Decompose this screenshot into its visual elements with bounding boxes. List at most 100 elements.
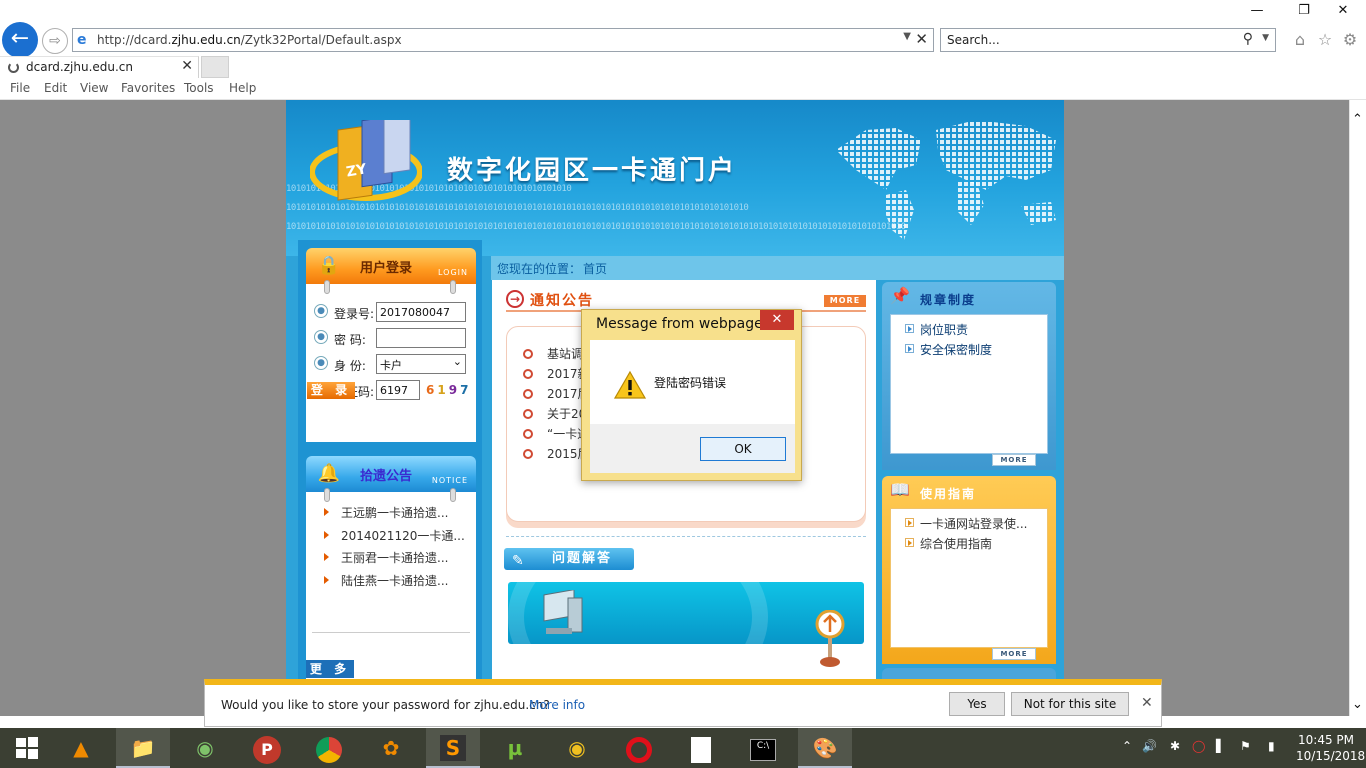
account-input[interactable] [376,302,466,322]
lost-found-more-button[interactable]: 更 多 [306,660,354,678]
taskbar-clock[interactable]: 10:45 PM 10/15/2018 [1296,732,1365,764]
battery-icon[interactable]: ▮ [1268,739,1275,753]
android-studio-taskbar-icon[interactable]: ◉ [178,728,232,768]
dialog-message: 登陆密码错误 [654,376,727,390]
favorites-star-icon[interactable]: ☆ [1315,30,1335,50]
search-dropdown-icon[interactable]: ▼ [1262,33,1269,43]
bullet-icon [523,349,533,359]
list-item[interactable]: 陆佳燕一卡通拾遗... [324,572,474,595]
search-box[interactable]: ⚲ ▼ [940,28,1276,52]
portal-title: 数字化园区一卡通门户 [447,156,738,186]
list-item[interactable]: 一卡通网站登录使... [905,515,1027,535]
rules-more-button[interactable]: MORE [992,454,1036,466]
dialog-close-button[interactable]: ✕ [760,310,794,330]
captcha-image[interactable]: 6197 [426,383,471,397]
vlc-taskbar-icon[interactable]: ▲ [54,728,108,768]
identity-select[interactable]: 卡户 ⌄ [376,354,466,374]
list-item[interactable]: 综合使用指南 [905,535,1027,555]
list-item[interactable]: 王丽君一卡通拾遗... [324,549,474,572]
portal-banner: 1010101010101010101010101010101010101010… [286,100,1064,256]
tab-dcard[interactable]: dcard.zjhu.edu.cn ✕ [0,56,199,78]
panel-hook [450,280,456,294]
forward-button[interactable]: ⇨ [42,28,68,54]
acrobat-tray-icon[interactable]: ◯ [1192,739,1205,753]
address-bar[interactable]: e http://dcard.zjhu.edu.cn/Zytk32Portal/… [72,28,934,52]
identity-label: 身 份: [334,359,366,373]
menu-tools[interactable]: Tools [184,81,214,95]
menu-file[interactable]: File [10,81,30,95]
not-for-this-site-button[interactable]: Not for this site [1011,692,1129,716]
tray-overflow-icon[interactable]: ⌃ [1122,739,1132,753]
password-input[interactable] [376,328,466,348]
faq-header: ✎ 问题解答 [504,548,634,570]
tab-close-icon[interactable]: ✕ [181,58,193,74]
user-icon: ● [314,330,328,344]
vertical-scrollbar[interactable]: ⌃ ⌄ [1349,100,1366,716]
bluetooth-icon[interactable]: ✱ [1170,739,1180,753]
bullet-arrow-icon [324,575,329,584]
computer-icon [543,590,583,634]
start-button[interactable] [0,728,54,768]
list-item[interactable]: 王远鹏一卡通拾遗... [324,504,474,527]
address-url[interactable]: http://dcard.zjhu.edu.cn/Zytk32Portal/De… [97,33,402,47]
menu-help[interactable]: Help [229,81,256,95]
document-taskbar-icon[interactable] [674,728,728,768]
list-item[interactable]: 2014021120一卡通... [324,527,474,550]
identity-row: ● 身 份: 卡户 ⌄ [314,354,474,376]
window-titlebar: — ❐ ✕ [0,0,1366,22]
url-domain: zjhu.edu.cn [171,33,241,47]
announcements-more-button[interactable]: MORE [824,295,866,307]
bullet-arrow-icon [905,538,914,547]
ok-button[interactable]: OK [700,437,786,461]
flag-icon[interactable]: ⚑ [1240,739,1251,753]
utorrent-taskbar-icon[interactable]: µ [488,728,542,768]
bullet-arrow-icon [324,530,329,539]
login-panel-title: 用户登录 [360,261,413,276]
search-input[interactable] [947,32,1227,48]
gear-icon[interactable]: ⚙ [1340,30,1360,50]
network-signal-icon[interactable]: ▌ [1216,739,1225,753]
lost-found-panel-header: 🔔 拾遗公告 NOTICE [306,456,476,492]
windows-taskbar: ▲ 📁 ◉ P ✿ S µ ◉ C:\ 🎨 ⌃ 🔊 ✱ ◯ ▌ ⚑ ▮ 10:4… [0,728,1366,768]
captcha-input[interactable] [376,380,420,400]
list-item[interactable]: 安全保密制度 [905,341,992,361]
new-tab-button[interactable] [201,56,229,78]
menu-view[interactable]: View [80,81,108,95]
login-form: ● 登录号: ● 密 码: ● 身 份: 卡户⌄ 验证码: [306,280,476,442]
search-icon[interactable]: ⚲ [1243,31,1253,47]
close-window-button[interactable]: ✕ [1320,0,1366,22]
message-dialog: Message from webpage ✕ 登陆密码错误 OK [581,309,802,481]
minimize-button[interactable]: — [1234,0,1280,22]
fl-studio-taskbar-icon[interactable]: ✿ [364,728,418,768]
opera-taskbar-icon[interactable] [612,728,666,768]
sublime-text-taskbar-icon[interactable]: S [426,728,480,768]
address-dropdown-icon[interactable]: ▼ [903,31,911,42]
location-home-link[interactable]: 首页 [583,260,607,277]
tab-row: dcard.zjhu.edu.cn ✕ [0,56,1366,78]
notification-close-icon[interactable]: ✕ [1141,695,1153,711]
more-info-link[interactable]: More info [529,698,585,712]
login-button[interactable]: 登 录 [307,382,355,399]
psiphon-taskbar-icon[interactable]: P [240,728,294,768]
home-icon[interactable]: ⌂ [1290,30,1310,50]
volume-icon[interactable]: 🔊 [1142,739,1157,753]
scroll-up-icon[interactable]: ⌃ [1352,112,1363,127]
list-item[interactable]: 岗位职责 [905,321,992,341]
file-explorer-taskbar-icon[interactable]: 📁 [116,728,170,768]
list-item-text: 王丽君一卡通拾遗... [341,551,449,565]
media-app-taskbar-icon[interactable]: ◉ [550,728,604,768]
back-button[interactable]: ← [2,22,38,58]
chrome-taskbar-icon[interactable] [302,728,356,768]
account-row: ● 登录号: [314,302,474,324]
menu-edit[interactable]: Edit [44,81,67,95]
rules-title: 规章制度 [920,293,977,307]
stop-icon[interactable]: ✕ [915,30,928,48]
password-label: 密 码: [334,333,366,347]
yes-button[interactable]: Yes [949,692,1005,716]
scroll-down-icon[interactable]: ⌄ [1352,697,1363,712]
command-prompt-taskbar-icon[interactable]: C:\ [736,728,790,768]
guide-more-button[interactable]: MORE [992,648,1036,660]
paint-taskbar-icon[interactable]: 🎨 [798,728,852,768]
menu-favorites[interactable]: Favorites [121,81,175,95]
url-prefix: http://dcard. [97,33,172,47]
